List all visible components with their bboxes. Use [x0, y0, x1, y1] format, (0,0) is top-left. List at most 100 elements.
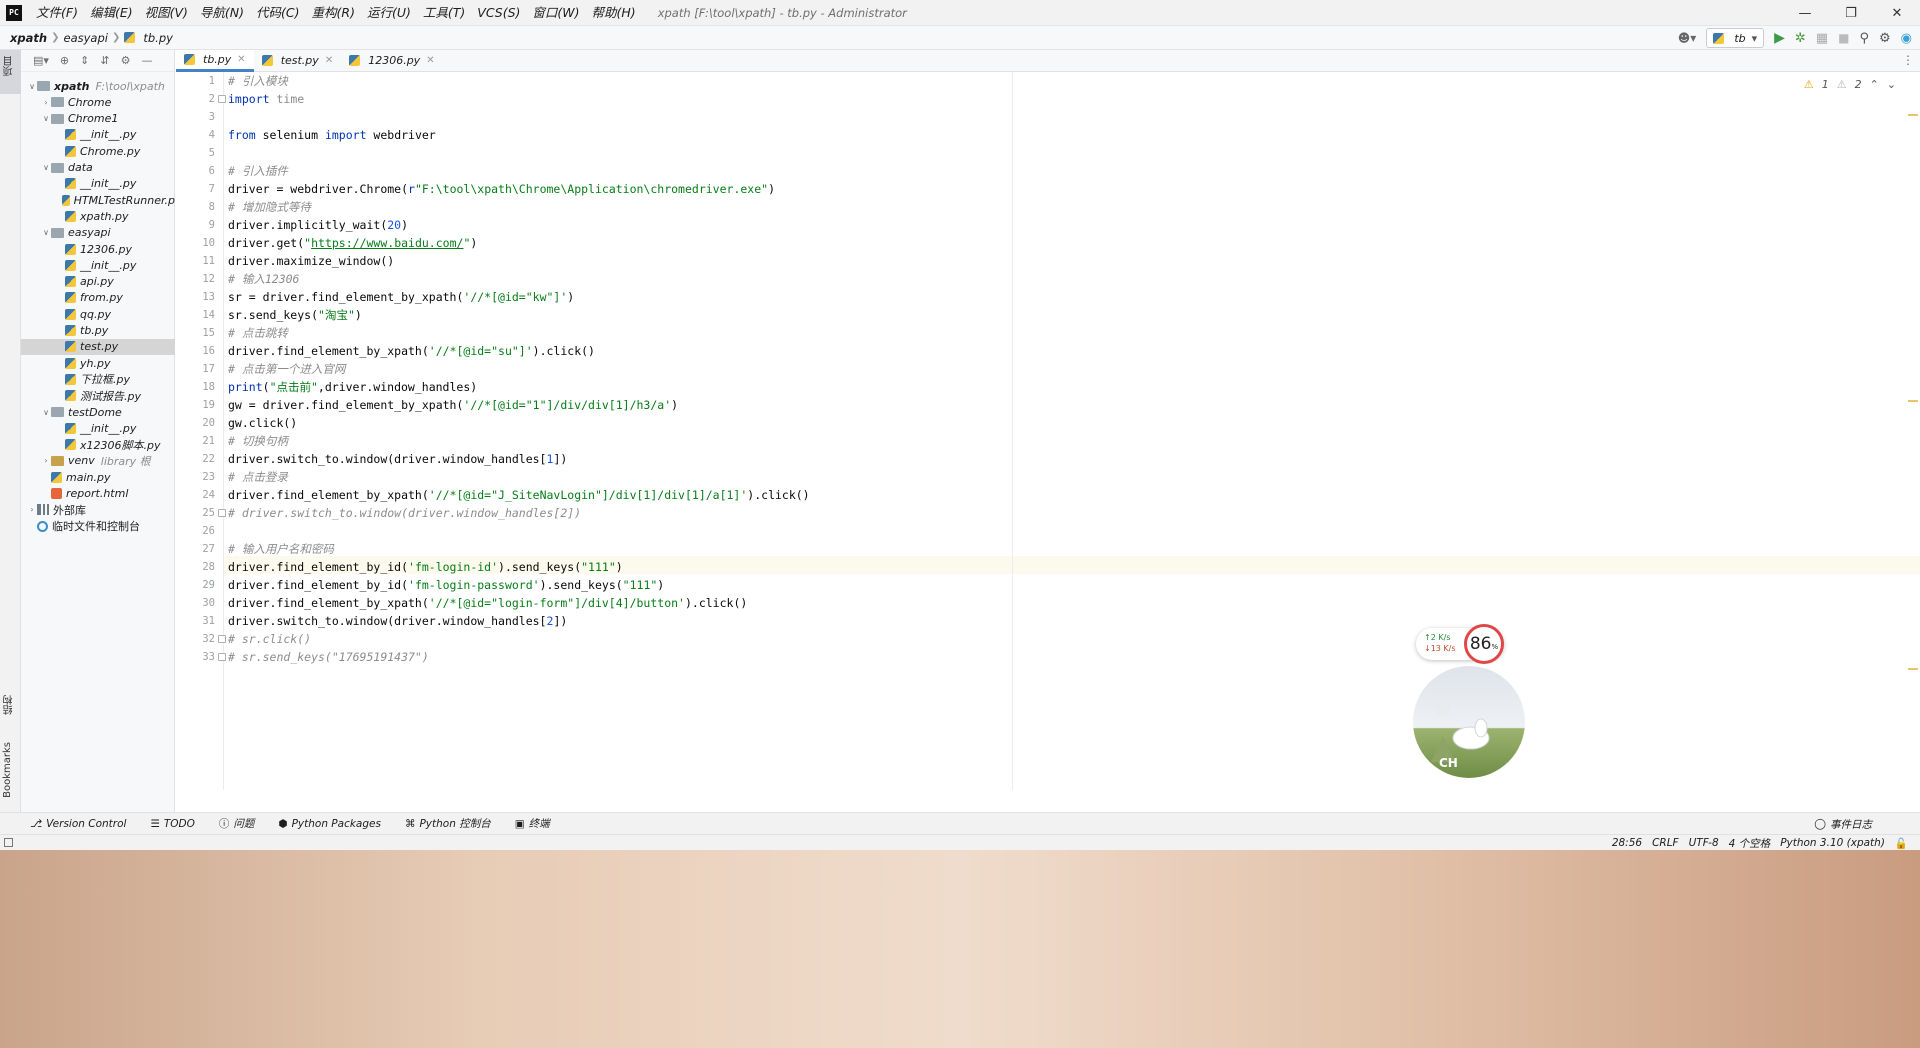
expand-all-icon[interactable]: ⇕	[80, 54, 89, 67]
line-number[interactable]: 22	[185, 450, 215, 468]
ide-update-icon[interactable]: ◉	[1901, 31, 1912, 46]
fold-marker-icon[interactable]	[218, 653, 226, 661]
code-line[interactable]: # sr.send_keys("17695191437")	[228, 648, 429, 666]
line-number[interactable]: 4	[185, 126, 215, 144]
menu-item[interactable]: 编辑(E)	[84, 0, 139, 26]
hide-panel-icon[interactable]: —	[141, 54, 152, 67]
menu-item[interactable]: 重构(R)	[306, 0, 361, 26]
python-interpreter[interactable]: Python 3.10 (xpath)	[1780, 837, 1885, 849]
tree-item[interactable]: __init__.py	[21, 420, 175, 436]
line-number[interactable]: 27	[185, 540, 215, 558]
code-line[interactable]: gw = driver.find_element_by_xpath('//*[@…	[228, 396, 678, 414]
tree-item[interactable]: api.py	[21, 274, 175, 290]
line-number[interactable]: 3	[185, 108, 215, 126]
coverage-icon[interactable]: ▦	[1816, 31, 1828, 46]
tree-item[interactable]: Chrome.py	[21, 143, 175, 159]
code-line[interactable]: driver.find_element_by_xpath('//*[@id="J…	[228, 486, 810, 504]
breadcrumb-project[interactable]: xpath	[0, 31, 51, 45]
line-number[interactable]: 31	[185, 612, 215, 630]
locate-file-icon[interactable]: ⊕	[60, 54, 69, 67]
code-line[interactable]: driver.switch_to.window(driver.window_ha…	[228, 450, 567, 468]
line-number[interactable]: 25	[185, 504, 215, 522]
line-number[interactable]: 28	[185, 558, 215, 576]
code-line[interactable]: driver.maximize_window()	[228, 252, 394, 270]
chevron-down-icon[interactable]: ∨	[27, 82, 37, 91]
line-number[interactable]: 2	[185, 90, 215, 108]
chevron-right-icon[interactable]: ›	[27, 505, 37, 514]
line-number[interactable]: 12	[185, 270, 215, 288]
tool-window-button[interactable]: ⎇ Version Control	[18, 816, 138, 831]
line-number[interactable]: 30	[185, 594, 215, 612]
user-icon[interactable]: ☻▾	[1678, 31, 1697, 45]
fold-marker-icon[interactable]	[218, 635, 226, 643]
close-tab-icon[interactable]: ✕	[426, 55, 434, 66]
line-number[interactable]: 7	[185, 180, 215, 198]
gear-icon[interactable]: ⚙	[121, 54, 131, 67]
line-number[interactable]: 8	[185, 198, 215, 216]
error-stripe-mark[interactable]	[1908, 114, 1918, 116]
close-window-icon[interactable]: ✕	[1874, 0, 1920, 26]
line-number[interactable]: 5	[185, 144, 215, 162]
editor-tab[interactable]: tb.py ✕	[176, 49, 254, 72]
tree-item[interactable]: 临时文件和控制台	[21, 518, 175, 534]
chevron-down-icon[interactable]: ∨	[41, 114, 51, 123]
tree-item[interactable]: qq.py	[21, 306, 175, 322]
tool-window-button[interactable]: ▣ 终端	[503, 816, 562, 831]
code-line[interactable]: driver.implicitly_wait(20)	[228, 216, 408, 234]
tree-item[interactable]: 测试报告.py	[21, 388, 175, 404]
lock-icon[interactable]: 🔓	[1895, 837, 1908, 850]
line-number[interactable]: 13	[185, 288, 215, 306]
chevron-down-icon[interactable]: ∨	[41, 163, 51, 172]
tool-windows-toggle-icon[interactable]	[4, 838, 13, 847]
tool-window-button[interactable]: ⓘ 问题	[207, 816, 267, 831]
breadcrumb-folder[interactable]: easyapi	[60, 31, 112, 45]
code-line[interactable]: sr = driver.find_element_by_xpath('//*[@…	[228, 288, 574, 306]
desktop-pet-widget[interactable]: CH	[1413, 666, 1525, 778]
code-line[interactable]: # 输入12306	[228, 270, 299, 288]
code-line[interactable]: # 点击登录	[228, 468, 288, 486]
chevron-down-icon[interactable]: ∨	[41, 408, 51, 417]
error-stripe-mark[interactable]	[1908, 400, 1918, 402]
code-line[interactable]: gw.click()	[228, 414, 297, 432]
menu-item[interactable]: 窗口(W)	[526, 0, 585, 26]
menu-item[interactable]: 帮助(H)	[586, 0, 642, 26]
chevron-right-icon[interactable]: ›	[41, 98, 51, 107]
tree-item[interactable]: test.py	[21, 338, 175, 355]
restore-icon[interactable]: ❐	[1828, 0, 1874, 26]
line-number[interactable]: 11	[185, 252, 215, 270]
tree-item[interactable]: 12306.py	[21, 241, 175, 257]
chevron-right-icon[interactable]: ›	[41, 456, 51, 465]
code-line[interactable]: # 点击跳转	[228, 324, 288, 342]
line-number[interactable]: 14	[185, 306, 215, 324]
chevron-down-icon[interactable]: ∨	[41, 228, 51, 237]
line-number[interactable]: 23	[185, 468, 215, 486]
inspection-widget[interactable]: ⚠ 1 ⚠ 2 ⌃ ⌄	[1804, 78, 1896, 91]
chevron-up-icon[interactable]: ⌃	[1870, 78, 1879, 91]
menu-item[interactable]: 文件(F)	[30, 0, 84, 26]
tree-item[interactable]: __init__.py	[21, 127, 175, 143]
menu-item[interactable]: 导航(N)	[194, 0, 250, 26]
tree-item[interactable]: xpath.py	[21, 208, 175, 224]
line-number[interactable]: 16	[185, 342, 215, 360]
code-line[interactable]: # 引入模块	[228, 72, 288, 90]
line-number[interactable]: 21	[185, 432, 215, 450]
line-number[interactable]: 1	[185, 72, 215, 90]
bookmarks-tool-button[interactable]: Bookmarks	[2, 742, 13, 798]
code-line[interactable]: import time	[228, 90, 304, 108]
fold-marker-icon[interactable]	[218, 95, 226, 103]
line-number[interactable]: 19	[185, 396, 215, 414]
line-number[interactable]: 20	[185, 414, 215, 432]
tree-item[interactable]: ∨ easyapi	[21, 225, 175, 241]
line-number[interactable]: 24	[185, 486, 215, 504]
tree-item[interactable]: __init__.py	[21, 176, 175, 192]
code-line[interactable]: driver.find_element_by_id('fm-login-pass…	[228, 576, 664, 594]
tool-window-button[interactable]: ☰ TODO	[138, 816, 206, 831]
tree-item[interactable]: __init__.py	[21, 257, 175, 273]
menu-item[interactable]: 视图(V)	[139, 0, 194, 26]
code-line[interactable]: driver.switch_to.window(driver.window_ha…	[228, 612, 567, 630]
search-icon[interactable]: ⚲	[1859, 31, 1869, 46]
tree-item[interactable]: › 外部库	[21, 502, 175, 518]
tree-item[interactable]: yh.py	[21, 355, 175, 371]
tool-window-button[interactable]: ⌘ Python 控制台	[393, 816, 503, 831]
code-line[interactable]: # 输入用户名和密码	[228, 540, 334, 558]
